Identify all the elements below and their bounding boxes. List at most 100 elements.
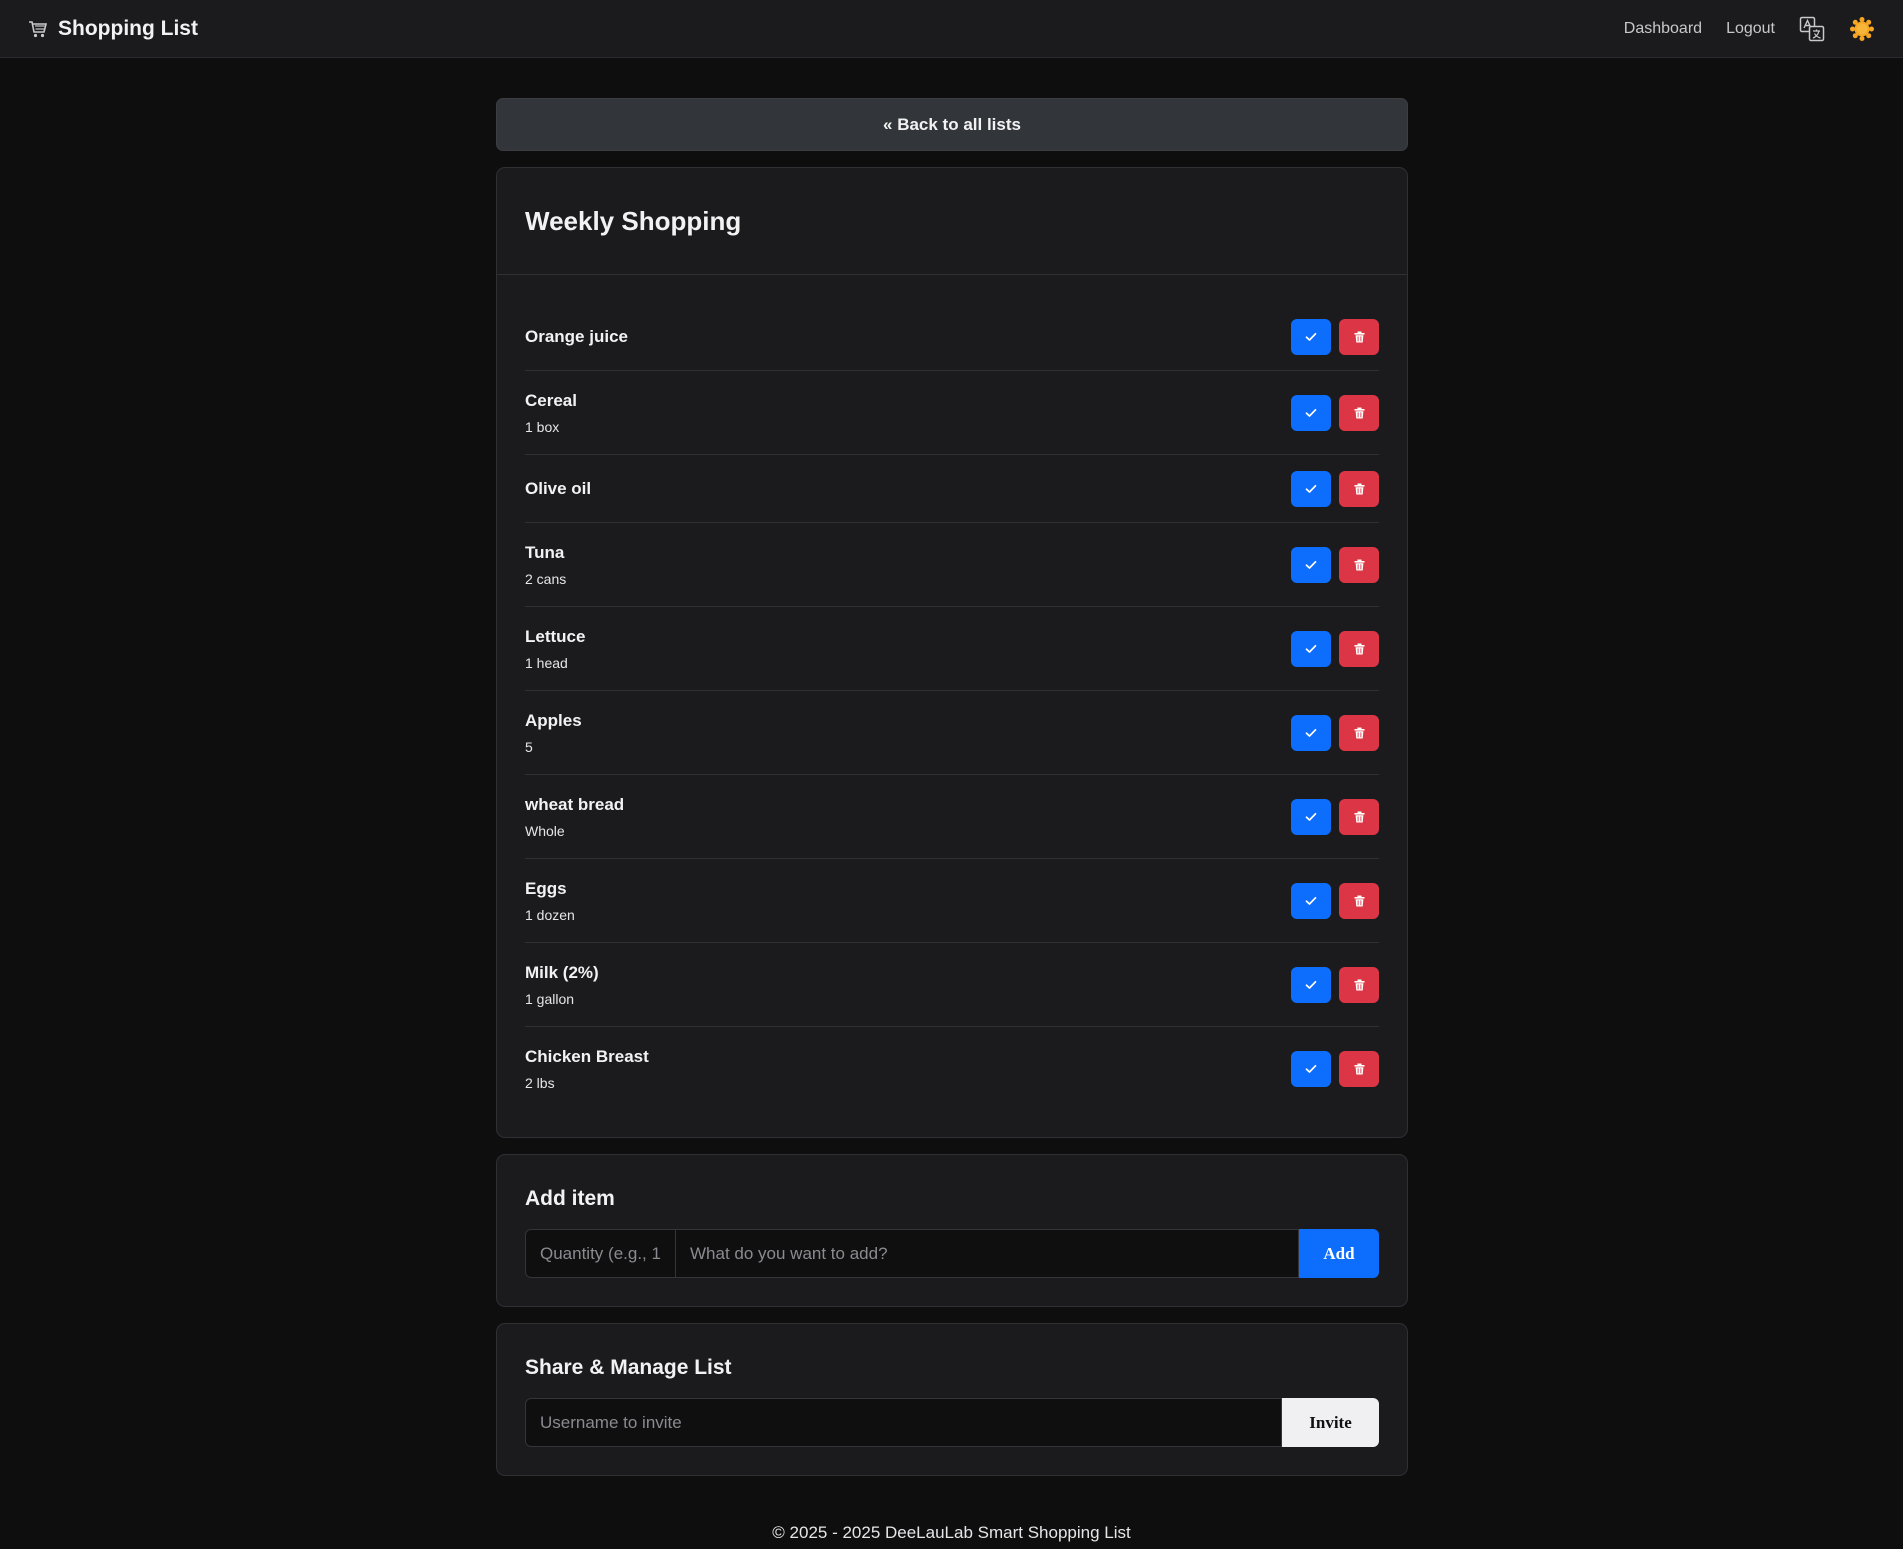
invite-button[interactable]: Invite xyxy=(1282,1398,1379,1447)
trash-icon xyxy=(1354,643,1364,654)
item-text: Olive oil xyxy=(525,479,591,499)
trash-icon xyxy=(1354,811,1364,822)
share-title: Share & Manage List xyxy=(525,1356,732,1379)
trash-icon xyxy=(1354,727,1364,738)
mark-done-button[interactable] xyxy=(1291,546,1331,583)
delete-item-button[interactable] xyxy=(1339,798,1379,835)
nav-right: Dashboard Logout xyxy=(1624,16,1875,42)
list-item: Apples 5 xyxy=(525,691,1379,775)
trash-icon xyxy=(1354,331,1364,342)
item-name: Chicken Breast xyxy=(525,1047,649,1066)
item-text: Eggs 1 dozen xyxy=(525,879,575,923)
item-text: Tuna 2 cans xyxy=(525,543,566,587)
list-card: Weekly Shopping Orange juice Cereal 1 bo… xyxy=(496,167,1408,1138)
add-item-card: Add item Add xyxy=(496,1154,1408,1307)
item-name: Lettuce xyxy=(525,626,586,646)
delete-item-button[interactable] xyxy=(1339,318,1379,355)
item-name-input[interactable] xyxy=(676,1229,1299,1278)
mark-done-button[interactable] xyxy=(1291,798,1331,835)
item-quantity: 1 dozen xyxy=(525,906,575,923)
mark-done-button[interactable] xyxy=(1291,630,1331,667)
item-actions xyxy=(1291,546,1379,583)
check-icon xyxy=(1305,408,1317,417)
item-actions xyxy=(1291,714,1379,751)
item-actions xyxy=(1291,470,1379,507)
list-item: Lettuce 1 head xyxy=(525,607,1379,691)
delete-item-button[interactable] xyxy=(1339,714,1379,751)
list-item: Tuna 2 cans xyxy=(525,523,1379,607)
check-icon xyxy=(1305,560,1317,569)
list-item: Olive oil xyxy=(525,455,1379,523)
delete-item-button[interactable] xyxy=(1339,546,1379,583)
username-input[interactable] xyxy=(525,1398,1282,1447)
delete-item-button[interactable] xyxy=(1339,394,1379,431)
brand[interactable]: Shopping List xyxy=(28,17,198,41)
item-text: Apples 5 xyxy=(525,711,582,755)
mark-done-button[interactable] xyxy=(1291,318,1331,355)
delete-item-button[interactable] xyxy=(1339,470,1379,507)
invite-form: Invite xyxy=(525,1398,1379,1447)
dashboard-link[interactable]: Dashboard xyxy=(1624,20,1702,38)
delete-item-button[interactable] xyxy=(1339,630,1379,667)
mark-done-button[interactable] xyxy=(1291,966,1331,1003)
list-item: Orange juice xyxy=(525,303,1379,371)
delete-item-button[interactable] xyxy=(1339,966,1379,1003)
mark-done-button[interactable] xyxy=(1291,882,1331,919)
add-button[interactable]: Add xyxy=(1299,1229,1379,1278)
trash-icon xyxy=(1354,979,1364,990)
item-text: wheat bread Whole xyxy=(525,795,624,839)
item-actions xyxy=(1291,966,1379,1003)
delete-item-button[interactable] xyxy=(1339,1051,1379,1087)
item-text: Chicken Breast 2 lbs xyxy=(525,1047,649,1091)
translate-icon[interactable] xyxy=(1799,16,1825,42)
item-quantity: 1 box xyxy=(525,418,560,435)
cart-icon xyxy=(28,19,48,39)
check-icon xyxy=(1305,484,1317,493)
check-icon xyxy=(1305,644,1317,653)
item-name: Milk (2%) xyxy=(525,962,599,982)
mark-done-button[interactable] xyxy=(1291,470,1331,507)
item-name: Apples xyxy=(525,710,582,730)
mark-done-button[interactable] xyxy=(1291,394,1331,431)
mark-done-button[interactable] xyxy=(1291,714,1331,751)
item-list: Orange juice Cereal 1 box Olive oil Tuna… xyxy=(497,275,1407,1137)
delete-item-button[interactable] xyxy=(1339,882,1379,919)
footer: © 2025 - 2025 DeeLauLab Smart Shopping L… xyxy=(772,1523,1131,1542)
item-quantity: 1 head xyxy=(525,654,568,671)
item-actions xyxy=(1291,882,1379,919)
check-icon xyxy=(1305,728,1317,737)
share-card: Share & Manage List Invite xyxy=(496,1323,1408,1476)
trash-icon xyxy=(1354,1063,1364,1075)
trash-icon xyxy=(1354,559,1364,570)
list-item: Chicken Breast 2 lbs xyxy=(525,1027,1379,1111)
logout-link[interactable]: Logout xyxy=(1726,20,1775,38)
back-to-lists-button[interactable]: « Back to all lists xyxy=(496,98,1408,151)
item-actions xyxy=(1291,318,1379,355)
item-actions xyxy=(1291,798,1379,835)
quantity-input[interactable] xyxy=(525,1229,676,1278)
item-text: Orange juice xyxy=(525,327,628,347)
main-container: « Back to all lists Weekly Shopping Oran… xyxy=(496,98,1408,1476)
check-icon xyxy=(1305,980,1317,989)
item-name: Eggs xyxy=(525,878,567,898)
item-name: Cereal xyxy=(525,390,577,410)
item-quantity: 1 gallon xyxy=(525,990,575,1007)
item-name: wheat bread xyxy=(525,794,625,814)
sun-icon[interactable] xyxy=(1849,16,1875,42)
mark-done-button[interactable] xyxy=(1291,1051,1331,1087)
brand-title: Shopping List xyxy=(58,16,198,40)
item-text: Milk (2%) 1 gallon xyxy=(525,963,599,1007)
list-item: Milk (2%) 1 gallon xyxy=(525,943,1379,1027)
item-actions xyxy=(1291,1051,1379,1087)
item-name: Olive oil xyxy=(525,478,592,498)
add-item-title: Add item xyxy=(525,1187,615,1210)
item-quantity: 5 xyxy=(525,738,533,755)
item-name: Orange juice xyxy=(525,326,628,346)
trash-icon xyxy=(1354,483,1364,494)
item-name: Tuna xyxy=(525,542,565,562)
list-item: Cereal 1 box xyxy=(525,371,1379,455)
list-item: wheat bread Whole xyxy=(525,775,1379,859)
item-quantity: 2 cans xyxy=(525,570,567,587)
add-item-form: Add xyxy=(525,1229,1379,1278)
list-item: Eggs 1 dozen xyxy=(525,859,1379,943)
